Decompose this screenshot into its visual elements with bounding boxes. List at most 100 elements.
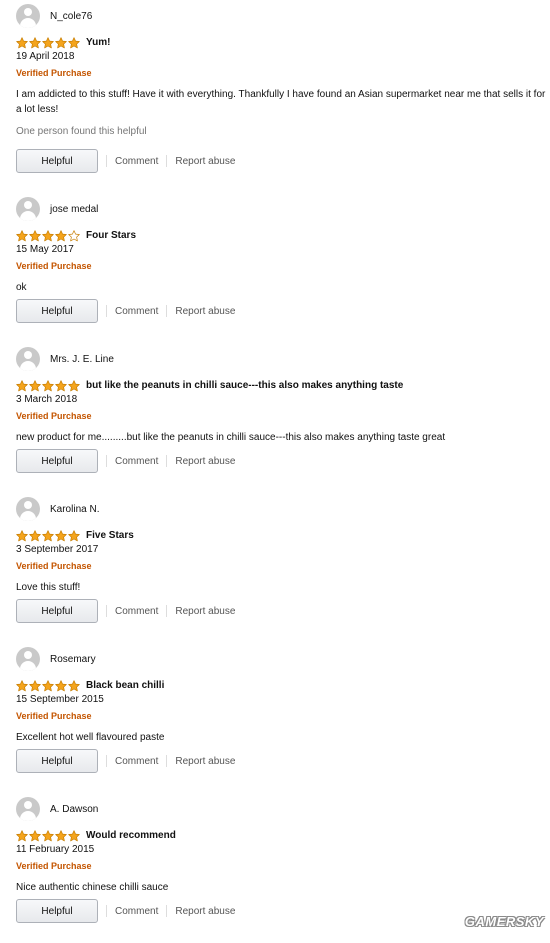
reviewer-profile[interactable]: Rosemary	[16, 647, 96, 671]
helpful-button[interactable]: Helpful	[16, 449, 98, 473]
reviewer-name[interactable]: A. Dawson	[50, 804, 98, 815]
star-rating	[16, 529, 81, 542]
star-filled-icon	[29, 379, 41, 391]
star-filled-icon	[68, 379, 80, 391]
divider	[166, 455, 168, 467]
helpful-button[interactable]: Helpful	[16, 599, 98, 623]
avatar[interactable]	[16, 347, 40, 371]
verified-purchase-badge: Verified Purchase	[16, 68, 92, 78]
review-item: N_cole76 Yum! 19 April 2018 Verified Pur…	[0, 0, 550, 173]
review-actions: Helpful Comment Report abuse	[16, 599, 235, 623]
star-filled-icon	[16, 229, 28, 241]
review-text: new product for me.........but like the …	[16, 432, 446, 443]
comment-link[interactable]: Comment	[115, 606, 158, 617]
review-title[interactable]: but like the peanuts in chilli sauce---t…	[86, 380, 403, 391]
star-filled-icon	[29, 229, 41, 241]
review-text: Love this stuff!	[16, 582, 81, 593]
helpful-button[interactable]: Helpful	[16, 899, 98, 923]
review-text: I am addicted to this stuff! Have it wit…	[16, 89, 546, 115]
reviewer-profile[interactable]: Mrs. J. E. Line	[16, 347, 114, 371]
comment-link[interactable]: Comment	[115, 756, 158, 767]
helpful-button[interactable]: Helpful	[16, 749, 98, 773]
reviewer-name[interactable]: Karolina N.	[50, 504, 99, 515]
verified-purchase-badge: Verified Purchase	[16, 861, 92, 871]
review-title[interactable]: Black bean chilli	[86, 680, 164, 691]
divider	[106, 305, 107, 317]
star-filled-icon	[29, 679, 41, 691]
star-filled-icon	[16, 679, 28, 691]
review-actions: Helpful Comment Report abuse	[16, 899, 235, 923]
divider	[106, 155, 107, 167]
star-filled-icon	[42, 229, 54, 241]
avatar[interactable]	[16, 4, 40, 28]
avatar[interactable]	[16, 197, 40, 221]
review-text: Excellent hot well flavoured paste	[16, 732, 165, 743]
star-rating	[16, 829, 81, 842]
star-filled-icon	[16, 379, 28, 391]
reviewer-profile[interactable]: jose medal	[16, 197, 98, 221]
review-text: ok	[16, 282, 27, 293]
helpful-button[interactable]: Helpful	[16, 299, 98, 323]
star-filled-icon	[16, 529, 28, 541]
avatar[interactable]	[16, 797, 40, 821]
review-date: 11 February 2015	[16, 844, 95, 855]
verified-purchase-badge: Verified Purchase	[16, 411, 92, 421]
divider	[166, 905, 168, 917]
star-filled-icon	[55, 529, 67, 541]
divider	[106, 455, 107, 467]
review-date: 15 September 2015	[16, 694, 104, 705]
divider	[166, 305, 168, 317]
reviewer-name[interactable]: Mrs. J. E. Line	[50, 354, 114, 365]
star-rating	[16, 229, 81, 242]
review-actions: Helpful Comment Report abuse	[16, 449, 235, 473]
star-filled-icon	[55, 379, 67, 391]
review-item: Mrs. J. E. Line but like the peanuts in …	[0, 343, 550, 493]
reviewer-name[interactable]: Rosemary	[50, 654, 96, 665]
divider	[166, 755, 168, 767]
review-actions: Helpful Comment Report abuse	[16, 749, 235, 773]
star-filled-icon	[42, 36, 54, 48]
helpful-button[interactable]: Helpful	[16, 149, 98, 173]
review-title[interactable]: Five Stars	[86, 530, 134, 541]
review-item: Rosemary Black bean chilli 15 September …	[0, 643, 550, 793]
review-title[interactable]: Yum!	[86, 37, 110, 48]
reviewer-name[interactable]: N_cole76	[50, 11, 92, 22]
star-filled-icon	[42, 829, 54, 841]
divider	[166, 605, 168, 617]
star-filled-icon	[55, 36, 67, 48]
watermark: GAMERSKY	[464, 914, 544, 929]
star-rating	[16, 679, 81, 692]
reviewer-name[interactable]: jose medal	[50, 204, 98, 215]
review-date: 15 May 2017	[16, 244, 74, 255]
review-actions: Helpful Comment Report abuse	[16, 299, 235, 323]
avatar[interactable]	[16, 497, 40, 521]
review-item: jose medal Four Stars 15 May 2017 Verifi…	[0, 193, 550, 343]
divider	[106, 755, 107, 767]
report-abuse-link[interactable]: Report abuse	[175, 606, 235, 617]
review-actions: Helpful Comment Report abuse	[16, 149, 235, 173]
reviewer-profile[interactable]: Karolina N.	[16, 497, 99, 521]
star-filled-icon	[68, 679, 80, 691]
report-abuse-link[interactable]: Report abuse	[175, 756, 235, 767]
report-abuse-link[interactable]: Report abuse	[175, 906, 235, 917]
star-filled-icon	[55, 229, 67, 241]
report-abuse-link[interactable]: Report abuse	[175, 456, 235, 467]
report-abuse-link[interactable]: Report abuse	[175, 156, 235, 167]
avatar[interactable]	[16, 647, 40, 671]
comment-link[interactable]: Comment	[115, 306, 158, 317]
star-filled-icon	[55, 829, 67, 841]
verified-purchase-badge: Verified Purchase	[16, 711, 92, 721]
reviewer-profile[interactable]: N_cole76	[16, 4, 92, 28]
comment-link[interactable]: Comment	[115, 906, 158, 917]
reviewer-profile[interactable]: A. Dawson	[16, 797, 98, 821]
comment-link[interactable]: Comment	[115, 456, 158, 467]
star-rating	[16, 379, 81, 392]
comment-link[interactable]: Comment	[115, 156, 158, 167]
review-date: 3 March 2018	[16, 394, 78, 405]
verified-purchase-badge: Verified Purchase	[16, 261, 92, 271]
star-filled-icon	[29, 829, 41, 841]
review-title[interactable]: Four Stars	[86, 230, 136, 241]
report-abuse-link[interactable]: Report abuse	[175, 306, 235, 317]
star-filled-icon	[68, 36, 80, 48]
review-title[interactable]: Would recommend	[86, 830, 176, 841]
